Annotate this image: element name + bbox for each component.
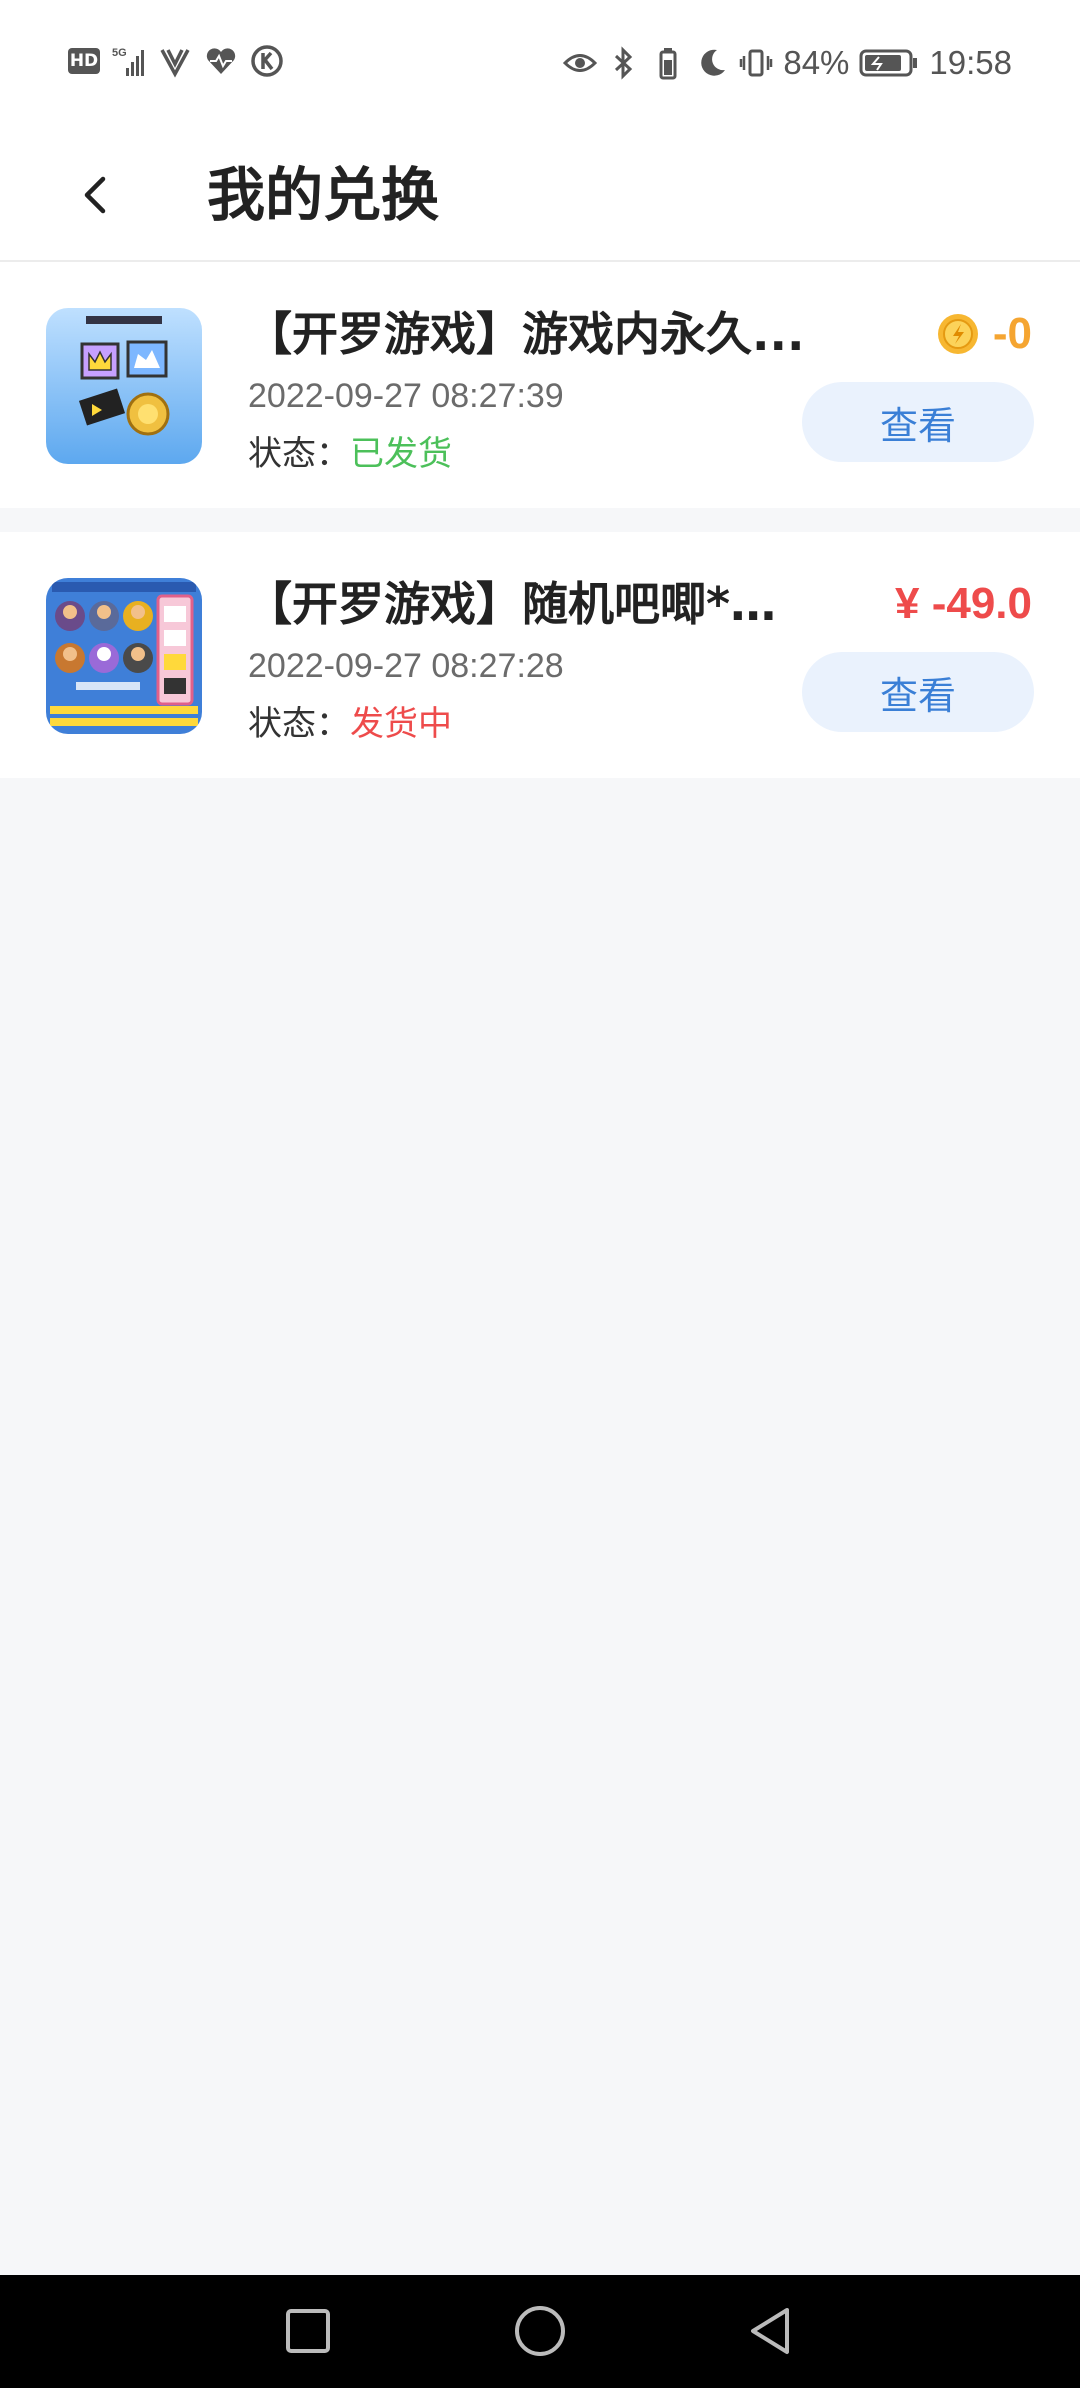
status-label: 状态：	[248, 434, 350, 474]
product-thumbnail	[46, 308, 202, 464]
circle-icon	[515, 2306, 565, 2356]
order-time: 2022-09-27 08:27:39	[248, 377, 564, 415]
battery-percent: 84%	[783, 44, 850, 81]
hd-badge: HD	[68, 48, 100, 74]
order-status: 状态：已发货	[248, 432, 452, 476]
recent-apps-button[interactable]	[278, 2301, 338, 2361]
status-value: 已发货	[350, 434, 452, 474]
vpn-v-icon	[158, 44, 192, 78]
exchange-item[interactable]: 【开罗游戏】游戏内永久... 2022-09-27 08:27:39 状态：已发…	[0, 262, 1080, 508]
health-heart-icon	[204, 44, 238, 78]
status-bar-left: HD 5G	[68, 44, 284, 78]
status-bar: HD 5G 84% 19:58	[0, 0, 1080, 130]
page-title: 我的兑换	[207, 161, 440, 229]
price: ¥ -49.0	[895, 574, 1032, 634]
system-navigation-bar	[0, 2275, 1080, 2388]
exchange-item[interactable]: 【开罗游戏】随机吧唧*2... 2022-09-27 08:27:28 状态：发…	[0, 532, 1080, 778]
status-bar-right: 84% 19:58	[563, 44, 1012, 82]
eye-icon	[563, 46, 598, 80]
price: -0	[937, 304, 1032, 364]
triangle-back-icon	[751, 2308, 789, 2354]
vibrate-icon	[739, 46, 773, 80]
battery-charging-icon	[859, 46, 919, 80]
order-time: 2022-09-27 08:27:28	[248, 647, 564, 685]
app-header: 我的兑换	[0, 130, 1080, 262]
view-button[interactable]: 查看	[802, 382, 1034, 462]
status-value: 发货中	[350, 704, 452, 744]
home-button[interactable]	[510, 2301, 570, 2361]
view-button[interactable]: 查看	[802, 652, 1034, 732]
cellular-signal-icon: 5G	[112, 44, 146, 78]
chevron-left-icon	[84, 176, 106, 214]
status-label: 状态：	[248, 704, 350, 744]
back-nav-button[interactable]	[740, 2301, 800, 2361]
product-title: 【开罗游戏】游戏内永久...	[246, 307, 805, 361]
k-circle-icon	[250, 44, 284, 78]
product-thumbnail	[46, 578, 202, 734]
back-button[interactable]	[60, 160, 130, 230]
battery-saver-icon	[651, 46, 685, 80]
bluetooth-icon	[607, 46, 641, 80]
moon-icon	[695, 46, 729, 80]
price-value: -0	[992, 309, 1032, 358]
coin-icon	[937, 313, 979, 355]
square-icon	[286, 2309, 330, 2353]
order-status: 状态：发货中	[248, 702, 452, 746]
svg-text:5G: 5G	[112, 47, 127, 59]
clock-time: 19:58	[929, 44, 1012, 81]
price-value: ¥ -49.0	[895, 579, 1032, 628]
product-title: 【开罗游戏】随机吧唧*2...	[246, 577, 806, 631]
